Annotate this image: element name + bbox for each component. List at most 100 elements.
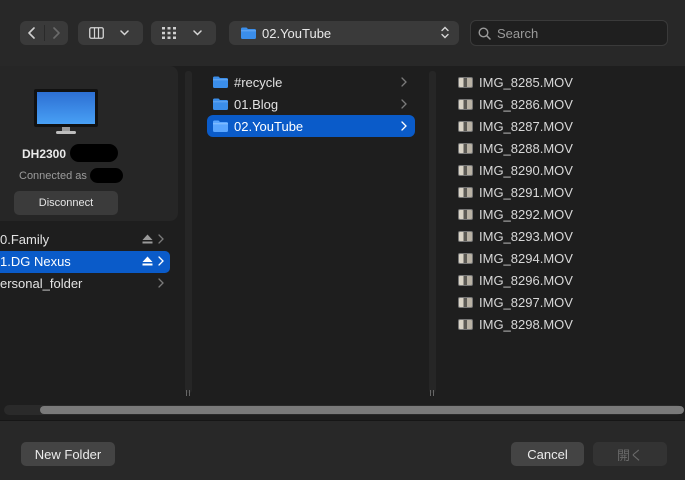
column-resize-handle[interactable] — [185, 390, 191, 396]
sidebar-item-personal-folder[interactable]: ersonal_folder — [0, 273, 170, 295]
file-item[interactable]: IMG_8292.MOV — [458, 203, 573, 225]
file-item[interactable]: IMG_8293.MOV — [458, 225, 573, 247]
folder-item-youtube[interactable]: 02.YouTube — [207, 115, 415, 137]
video-thumbnail-icon — [458, 186, 473, 198]
file-item[interactable]: IMG_8291.MOV — [458, 181, 573, 203]
video-thumbnail-icon — [458, 98, 473, 110]
redaction-mark — [90, 168, 123, 183]
dialog-footer: New Folder Cancel 開く — [0, 420, 685, 480]
file-item[interactable]: IMG_8290.MOV — [458, 159, 573, 181]
sidebar-item-label: 1.DG Nexus — [0, 254, 71, 269]
forward-button[interactable] — [45, 21, 69, 45]
sidebar-item-label: 0.Family — [0, 232, 50, 247]
eject-icon[interactable] — [142, 234, 153, 244]
view-mode-button[interactable] — [78, 21, 143, 45]
video-thumbnail-icon — [458, 252, 473, 264]
chevron-left-icon — [27, 27, 35, 39]
video-thumbnail-icon — [458, 164, 473, 176]
file-label: IMG_8298.MOV — [479, 316, 573, 332]
video-thumbnail-icon — [458, 274, 473, 286]
file-label: IMG_8288.MOV — [479, 140, 573, 156]
video-thumbnail-icon — [458, 296, 473, 308]
file-item[interactable]: IMG_8287.MOV — [458, 115, 573, 137]
file-column: IMG_8285.MOV IMG_8286.MOV IMG_8287.MOV I… — [440, 66, 685, 402]
folder-column: #recycle 01.Blog 02.YouTube — [195, 66, 426, 402]
chevron-right-icon — [401, 121, 407, 131]
device-name: DH2300 — [22, 147, 67, 161]
folder-label: #recycle — [234, 74, 283, 90]
file-label: IMG_8287.MOV — [479, 118, 573, 134]
video-thumbnail-icon — [458, 142, 473, 154]
column-scrollbar[interactable] — [429, 71, 436, 393]
cancel-button[interactable]: Cancel — [511, 442, 584, 466]
scrollbar-thumb[interactable] — [40, 406, 684, 414]
nav-buttons — [20, 21, 68, 45]
column-resize-handle[interactable] — [429, 390, 435, 396]
new-folder-button[interactable]: New Folder — [21, 442, 115, 466]
video-thumbnail-icon — [458, 208, 473, 220]
file-item[interactable]: IMG_8297.MOV — [458, 291, 573, 313]
folder-icon — [213, 120, 228, 132]
file-item[interactable]: IMG_8298.MOV — [458, 313, 573, 335]
folder-icon — [241, 27, 256, 39]
column-divider — [182, 66, 195, 402]
chevron-right-icon — [158, 234, 164, 244]
search-icon — [478, 26, 491, 40]
chevron-right-icon — [53, 27, 61, 39]
folder-label: 02.YouTube — [234, 118, 304, 134]
sidebar-item-label: ersonal_folder — [0, 276, 83, 291]
sidebar: DH2300 Connected as Disconnect 0.Family … — [0, 66, 181, 402]
back-button[interactable] — [20, 21, 44, 45]
file-item[interactable]: IMG_8296.MOV — [458, 269, 573, 291]
device-card: DH2300 Connected as Disconnect — [0, 66, 178, 221]
chevron-down-icon — [187, 30, 207, 36]
file-label: IMG_8293.MOV — [479, 228, 573, 244]
search-field[interactable]: Search — [470, 20, 668, 46]
folder-icon — [213, 98, 228, 110]
path-popup-button[interactable]: 02.YouTube — [229, 21, 459, 45]
column-divider — [426, 66, 440, 402]
horizontal-scrollbar[interactable] — [0, 402, 685, 418]
folder-label: 01.Blog — [234, 96, 279, 112]
chevron-right-icon — [158, 278, 164, 288]
open-button[interactable]: 開く — [593, 442, 667, 466]
column-scrollbar[interactable] — [185, 71, 192, 393]
video-thumbnail-icon — [458, 230, 473, 242]
eject-icon[interactable] — [142, 256, 153, 266]
file-label: IMG_8296.MOV — [479, 272, 573, 288]
group-by-button[interactable] — [151, 21, 216, 45]
chevron-right-icon — [401, 99, 407, 109]
file-label: IMG_8290.MOV — [479, 162, 573, 178]
folder-item-recycle[interactable]: #recycle — [207, 71, 415, 93]
file-label: IMG_8285.MOV — [479, 74, 573, 90]
disconnect-button[interactable]: Disconnect — [14, 191, 118, 215]
video-thumbnail-icon — [458, 318, 473, 330]
video-thumbnail-icon — [458, 76, 473, 88]
chevron-down-icon — [114, 30, 134, 36]
file-label: IMG_8297.MOV — [479, 294, 573, 310]
folder-icon — [213, 76, 228, 88]
file-label: IMG_8286.MOV — [479, 96, 573, 112]
sidebar-item-family[interactable]: 0.Family — [0, 229, 170, 251]
column-view-icon — [78, 27, 114, 39]
chevron-right-icon — [401, 77, 407, 87]
icon-grid-icon — [151, 27, 187, 39]
file-item[interactable]: IMG_8285.MOV — [458, 71, 573, 93]
sidebar-item-dg-nexus[interactable]: 1.DG Nexus — [0, 251, 170, 273]
file-label: IMG_8294.MOV — [479, 250, 573, 266]
folder-item-blog[interactable]: 01.Blog — [207, 93, 415, 115]
file-label: IMG_8291.MOV — [479, 184, 573, 200]
search-placeholder: Search — [497, 25, 539, 41]
toolbar: 02.YouTube Search — [0, 0, 685, 66]
video-thumbnail-icon — [458, 120, 473, 132]
redaction-mark — [70, 144, 118, 162]
monitor-icon — [34, 89, 98, 134]
file-item[interactable]: IMG_8288.MOV — [458, 137, 573, 159]
path-label: 02.YouTube — [262, 25, 332, 41]
chevron-right-icon — [158, 256, 164, 266]
connected-status: Connected as — [19, 170, 87, 182]
file-item[interactable]: IMG_8294.MOV — [458, 247, 573, 269]
up-down-chevron-icon — [441, 26, 449, 39]
file-label: IMG_8292.MOV — [479, 206, 573, 222]
file-item[interactable]: IMG_8286.MOV — [458, 93, 573, 115]
